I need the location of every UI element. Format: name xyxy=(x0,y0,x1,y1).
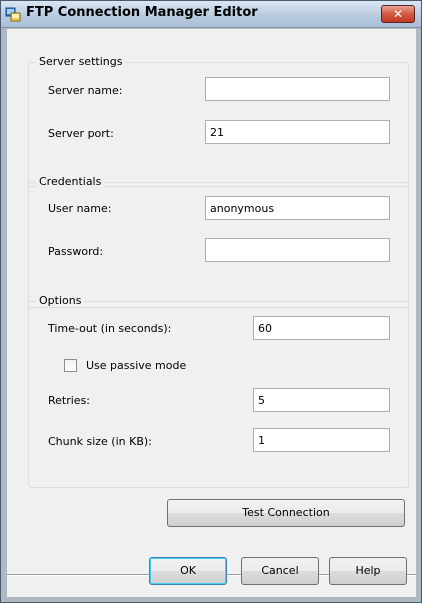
timeout-input[interactable] xyxy=(253,316,390,340)
server-settings-group: Server settings Server name: Server port… xyxy=(28,55,409,187)
options-title: Options xyxy=(36,294,85,307)
dialog-window: FTP Connection Manager Editor ✕ Server s… xyxy=(0,0,422,603)
dialog-body: Server settings Server name: Server port… xyxy=(7,29,416,597)
server-settings-title: Server settings xyxy=(36,55,126,68)
retries-label: Retries: xyxy=(48,394,91,407)
server-port-label: Server port: xyxy=(48,127,114,140)
password-input[interactable] xyxy=(205,238,390,262)
window-title: FTP Connection Manager Editor xyxy=(26,5,258,20)
credentials-title: Credentials xyxy=(36,175,105,188)
passive-mode-label[interactable]: Use passive mode xyxy=(86,359,186,372)
password-label: Password: xyxy=(48,245,104,258)
ftp-connection-icon xyxy=(5,7,21,22)
chunk-size-input[interactable] xyxy=(253,428,390,452)
server-port-input[interactable] xyxy=(205,120,390,144)
passive-mode-checkbox[interactable] xyxy=(64,359,77,372)
server-name-input[interactable] xyxy=(205,77,390,101)
chunk-size-label: Chunk size (in KB): xyxy=(48,435,152,448)
close-icon: ✕ xyxy=(392,7,404,21)
title-bar[interactable]: FTP Connection Manager Editor ✕ xyxy=(1,1,421,28)
user-name-input[interactable] xyxy=(205,196,390,220)
timeout-label: Time-out (in seconds): xyxy=(48,322,172,335)
test-connection-button[interactable]: Test Connection xyxy=(167,499,405,527)
ok-button[interactable]: OK xyxy=(149,557,227,585)
credentials-group: Credentials User name: Password: xyxy=(28,175,409,308)
close-button[interactable]: ✕ xyxy=(381,5,415,23)
user-name-label: User name: xyxy=(48,202,112,215)
options-group: Options Time-out (in seconds): Use passi… xyxy=(28,294,409,488)
server-name-label: Server name: xyxy=(48,84,123,97)
cancel-button[interactable]: Cancel xyxy=(241,557,319,585)
help-button[interactable]: Help xyxy=(329,557,407,585)
retries-input[interactable] xyxy=(253,388,390,412)
